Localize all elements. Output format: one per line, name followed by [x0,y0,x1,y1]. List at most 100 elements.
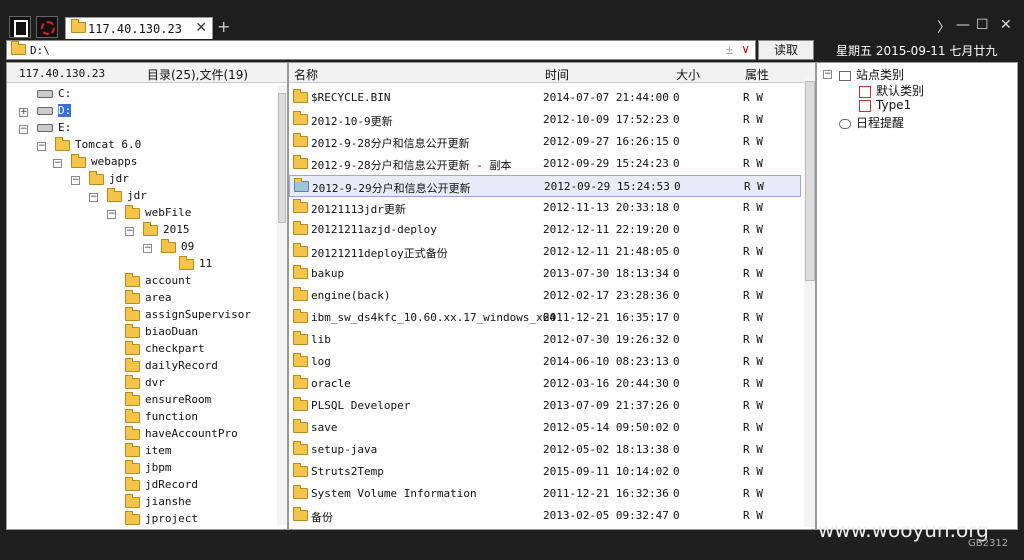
file-size: 0 [673,267,680,280]
tree-expander-icon[interactable]: − [107,210,116,219]
file-time: 2013-07-30 18:13:34 [543,267,669,280]
file-row[interactable]: Struts2Temp 2015-09-11 10:14:02 0 R W [289,461,801,483]
tree-item[interactable]: webFile [125,204,191,223]
tree-item[interactable]: ensureRoom [125,391,211,410]
file-attr: R W [743,223,763,236]
file-row[interactable]: log 2014-06-10 08:23:13 0 R W [289,351,801,373]
tree-item-label: jdr [127,189,147,202]
tree-item[interactable]: item [125,442,172,461]
close-button[interactable]: ✕ [1000,17,1012,33]
tree-item[interactable]: Tomcat 6.0 [55,136,141,155]
column-size[interactable]: 大小 [676,66,700,83]
tree-item[interactable]: 2015 [143,221,190,240]
file-row[interactable]: engine(back) 2012-02-17 23:28:36 0 R W [289,285,801,307]
file-row[interactable]: 20121113jdr更新 2012-11-13 20:33:18 0 R W [289,197,801,219]
file-row[interactable]: System Volume Information 2011-12-21 16:3… [289,483,801,505]
file-row[interactable]: $RECYCLE.BIN 2014-07-07 21:44:00 0 R W [289,87,801,109]
read-button[interactable]: 读取 [758,40,814,60]
tree-item[interactable]: account [125,272,191,291]
file-row[interactable]: setup-java 2012-05-02 18:13:38 0 R W [289,439,801,461]
record-icon[interactable] [36,16,58,38]
file-time: 2012-07-30 19:26:32 [543,333,669,346]
tab-host[interactable]: 117.40.130.23 ✕ [65,17,213,39]
schedule-node[interactable]: 日程提醒 [839,114,904,131]
tree-expander-icon[interactable]: + [19,108,28,117]
file-row[interactable]: 2012-9-29分户和信息公开更新 2012-09-29 15:24:53 0 R … [289,175,801,197]
default-category-node[interactable]: 默认类别 [859,82,924,99]
tree-item[interactable]: jdr [89,170,129,189]
tree-item[interactable]: jdr [107,187,147,206]
file-row[interactable]: 20121211azjd-deploy 2012-12-11 22:19:20 0 R… [289,219,801,241]
file-row[interactable]: ibm_sw_ds4kfc_10.60.xx.17_windows_x64 201… [289,307,801,329]
scrollbar-thumb[interactable] [805,81,815,281]
type1-node[interactable]: Type1 [859,98,911,112]
tree-item[interactable]: jianshe [125,493,191,512]
tree-item[interactable]: biaoDuan [125,323,198,342]
file-name: log [311,355,331,368]
tree-expander-icon[interactable]: − [53,159,62,168]
file-row[interactable]: 2012-9-28分户和信息公开更新 - 副本 2012-09-29 15:24:… [289,153,801,175]
tree-expander-icon[interactable]: − [143,244,152,253]
tree-item[interactable]: webapps [71,153,137,172]
address-bar[interactable]: D:\ ± ∨ [6,40,756,60]
tree-item[interactable]: E: [37,121,71,138]
folder-icon [293,463,308,477]
address-path[interactable]: D:\ [30,44,50,57]
file-row[interactable]: 20121211deploy正式备份 2012-12-11 21:48:05 0 R … [289,241,801,263]
tree-item[interactable]: jbpm [125,459,172,478]
tree-expander-icon[interactable]: − [37,142,46,151]
column-time[interactable]: 时间 [545,66,569,83]
tree-item[interactable]: jproject [125,510,198,529]
tree-item[interactable]: 09 [161,238,194,257]
tree-item[interactable]: D: [37,104,72,121]
file-row[interactable]: oracle 2012-03-16 20:44:30 0 R W [289,373,801,395]
file-list-scrollbar[interactable] [804,77,815,527]
tree-item-label: jdr [109,172,129,185]
tree-item[interactable]: haveAccountPro [125,425,238,444]
file-row[interactable]: PLSQL Developer 2013-07-09 21:37:26 0 R W [289,395,801,417]
site-category-node[interactable]: 站点类别 [839,66,904,83]
file-row[interactable]: bakup 2013-07-30 18:13:34 0 R W [289,263,801,285]
new-tab-button[interactable]: + [217,17,230,36]
app-logo-icon[interactable] [9,16,31,38]
minimize-button[interactable]: — [956,17,970,33]
plus-minus-icon[interactable]: ± [726,43,733,57]
tree-scrollbar[interactable] [277,85,287,525]
tree-item-label: D: [58,104,72,117]
tree-item-label: C: [58,87,72,100]
tab-close-icon[interactable]: ✕ [195,20,207,36]
tree-expander-icon[interactable]: − [89,193,98,202]
tree-item[interactable]: assignSupervisor [125,306,251,325]
collapse-icon[interactable]: − [823,70,832,79]
drive-icon [37,107,53,115]
scrollbar-thumb[interactable] [278,93,286,223]
next-icon[interactable]: 〉 [937,17,951,37]
file-row[interactable]: 备份 2013-02-05 09:32:47 0 R W [289,505,801,527]
tree-expander-icon[interactable]: − [125,227,134,236]
column-name[interactable]: 名称 [294,66,318,83]
tree-expander-icon[interactable]: − [19,125,28,134]
tree-item[interactable]: dailyRecord [125,357,218,376]
tree-item[interactable]: area [125,289,172,308]
tree-item[interactable]: C: [37,87,71,104]
file-row[interactable]: lib 2012-07-30 19:26:32 0 R W [289,329,801,351]
tree-item[interactable]: function [125,408,198,427]
dropdown-icon[interactable]: ∨ [741,42,750,56]
tree-item[interactable]: 11 [179,255,212,274]
tree-item[interactable]: jdRecord [125,476,198,495]
column-attr[interactable]: 属性 [745,66,769,83]
folder-icon [293,89,308,103]
maximize-button[interactable]: ☐ [976,17,989,33]
tree-item-label: haveAccountPro [145,427,238,440]
file-size: 0 [673,421,680,434]
tree-item[interactable]: dvr [125,374,165,393]
file-row[interactable]: 2012-9-28分户和信息公开更新 2012-09-27 16:26:15 0 R … [289,131,801,153]
host-label: 117.40.130.23 [19,67,106,80]
file-row[interactable]: 2012-10-9更新 2012-10-09 17:52:23 0 R W [289,109,801,131]
tree-expander-icon[interactable]: − [71,176,80,185]
file-attr: R W [744,180,764,193]
file-time: 2014-06-10 08:23:13 [543,355,669,368]
file-row[interactable]: save 2012-05-14 09:50:02 0 R W [289,417,801,439]
file-name: 备份 [311,511,333,524]
tree-item[interactable]: checkpart [125,340,205,359]
